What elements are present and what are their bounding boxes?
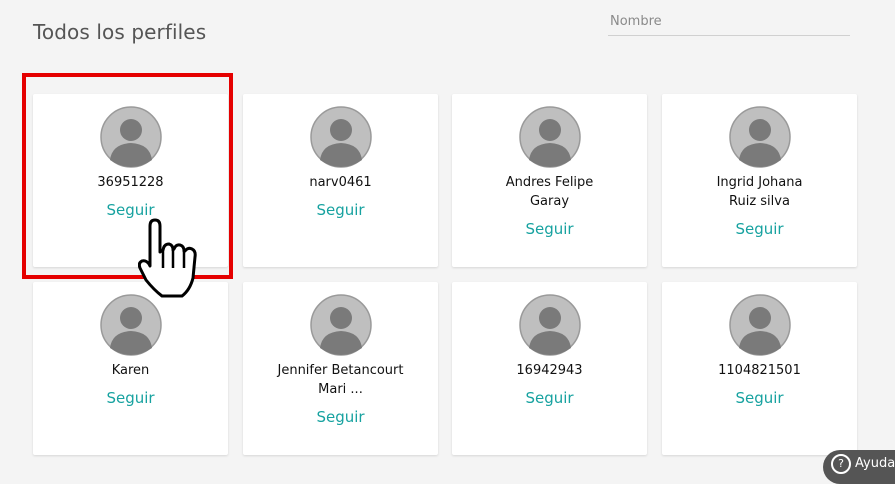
follow-button[interactable]: Seguir [735,220,783,238]
avatar-icon [309,106,372,168]
follow-button[interactable]: Seguir [316,201,364,219]
profile-card[interactable]: Jennifer Betancourt Mari ... Seguir [243,282,438,455]
profile-name: Karen [111,363,150,378]
profile-card[interactable]: Andres Felipe Garay Seguir [452,94,647,267]
avatar-icon [518,106,581,168]
profile-name: 16942943 [516,363,583,378]
avatar-icon [518,294,581,356]
help-label: Ayuda [855,456,895,471]
follow-button[interactable]: Seguir [316,408,364,426]
avatar-icon [99,106,162,168]
avatar-icon [309,294,372,356]
profile-name: Jennifer Betancourt Mari ... [277,363,404,397]
profile-card[interactable]: Ingrid Johana Ruiz silva Seguir [662,94,857,267]
search-input[interactable] [608,10,850,36]
avatar-icon [728,106,791,168]
profile-card[interactable]: narv0461 Seguir [243,94,438,267]
follow-button[interactable]: Seguir [735,389,783,407]
question-icon: ? [831,453,851,474]
profile-name: Andres Felipe Garay [505,175,594,209]
avatar-icon [728,294,791,356]
profile-name: Ingrid Johana Ruiz silva [716,175,803,209]
follow-button[interactable]: Seguir [525,220,573,238]
profile-name: 36951228 [97,175,164,190]
follow-button[interactable]: Seguir [106,389,154,407]
follow-button[interactable]: Seguir [525,389,573,407]
profile-name: narv0461 [309,175,372,190]
profile-card[interactable]: 1104821501 Seguir [662,282,857,455]
profile-card[interactable]: 16942943 Seguir [452,282,647,455]
profile-name: 1104821501 [718,363,801,378]
help-button[interactable]: ? Ayuda [823,450,895,484]
page-title: Todos los perfiles [33,20,207,44]
follow-button[interactable]: Seguir [106,201,154,219]
hand-pointer-icon [138,218,197,298]
